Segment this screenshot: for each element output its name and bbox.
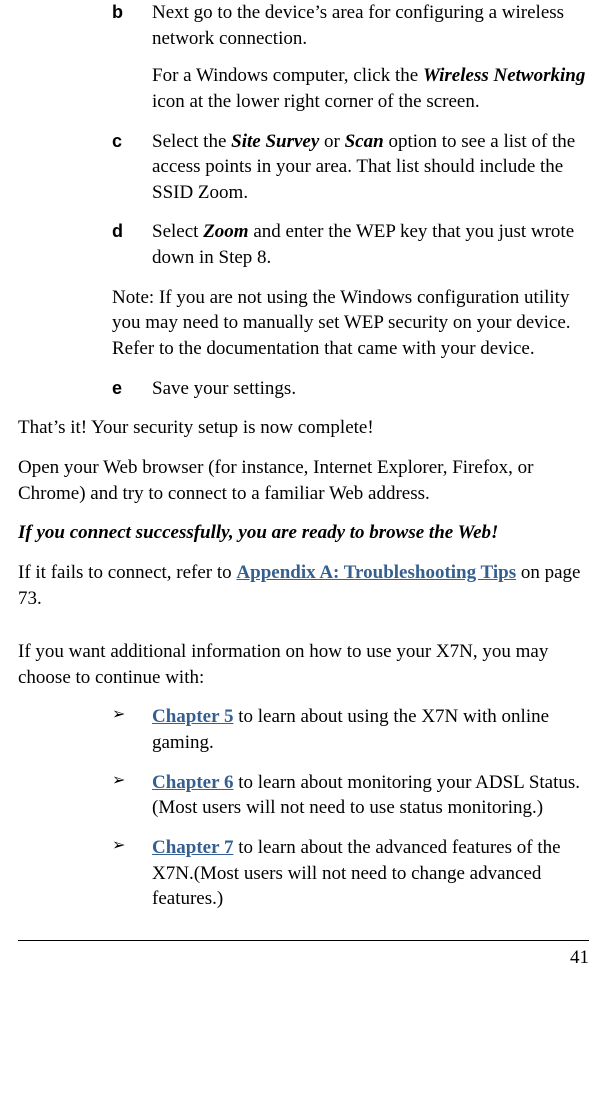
step-b-body: Next go to the device’s area for configu… (152, 0, 589, 115)
page-number: 41 (18, 945, 589, 977)
fail-a: If it fails to connect, refer to (18, 562, 236, 583)
step-b: b Next go to the device’s area for confi… (112, 0, 589, 115)
step-b-text2-a: For a Windows computer, click the (152, 65, 423, 86)
bullet-arrow-icon: ➢ (112, 770, 152, 821)
step-c: c Select the Site Survey or Scan option … (112, 129, 589, 206)
note: Note: If you are not using the Windows c… (112, 285, 589, 362)
bullet-arrow-icon: ➢ (112, 704, 152, 755)
step-b-text2-b: icon at the lower right corner of the sc… (152, 91, 480, 112)
step-b-text2-bold: Wireless Networking (423, 65, 585, 86)
step-b-label: b (112, 0, 152, 115)
bullet-body: Chapter 5 to learn about using the X7N w… (152, 704, 589, 755)
step-b-text1: Next go to the device’s area for configu… (152, 0, 589, 51)
step-c-body: Select the Site Survey or Scan option to… (152, 129, 589, 206)
step-c-t1: Select the (152, 131, 231, 152)
step-d-body: Select Zoom and enter the WEP key that y… (152, 219, 589, 270)
step-c-b1: Site Survey (231, 131, 319, 152)
fail-text: If it fails to connect, refer to Appendi… (18, 560, 589, 611)
footer-rule (18, 940, 589, 941)
step-b-text2: For a Windows computer, click the Wirele… (152, 63, 589, 114)
step-c-t2: or (319, 131, 344, 152)
success-text: If you connect successfully, you are rea… (18, 520, 589, 546)
step-e-label: e (112, 376, 152, 402)
step-d-b1: Zoom (203, 221, 248, 242)
more-info-text: If you want additional information on ho… (18, 639, 589, 690)
step-d-t1: Select (152, 221, 203, 242)
bullet-item: ➢Chapter 7 to learn about the advanced f… (112, 835, 589, 912)
chapter-link[interactable]: Chapter 6 (152, 772, 233, 793)
step-e: e Save your settings. (112, 376, 589, 402)
step-c-b2: Scan (345, 131, 384, 152)
bullet-body: Chapter 6 to learn about monitoring your… (152, 770, 589, 821)
bullet-item: ➢Chapter 6 to learn about monitoring you… (112, 770, 589, 821)
complete-text: That’s it! Your security setup is now co… (18, 415, 589, 441)
chapter-link[interactable]: Chapter 5 (152, 706, 233, 727)
step-d-label: d (112, 219, 152, 270)
chapter-link[interactable]: Chapter 7 (152, 837, 233, 858)
open-browser-text: Open your Web browser (for instance, Int… (18, 455, 589, 506)
appendix-link[interactable]: Appendix A: Troubleshooting Tips (236, 562, 516, 583)
step-e-body: Save your settings. (152, 376, 589, 402)
step-c-label: c (112, 129, 152, 206)
bullet-item: ➢Chapter 5 to learn about using the X7N … (112, 704, 589, 755)
step-d: d Select Zoom and enter the WEP key that… (112, 219, 589, 270)
bullet-body: Chapter 7 to learn about the advanced fe… (152, 835, 589, 912)
bullet-arrow-icon: ➢ (112, 835, 152, 912)
